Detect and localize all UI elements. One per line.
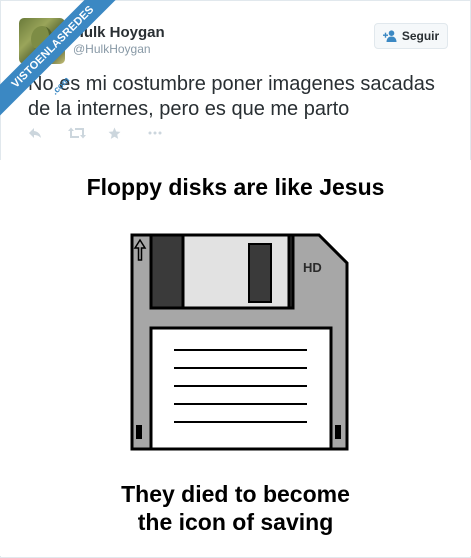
meme-bottom-line-1: They died to become xyxy=(121,481,350,507)
floppy-hd-label: HD xyxy=(303,260,322,275)
meme-image[interactable]: Floppy disks are like Jesus HD They died… xyxy=(0,160,471,556)
watermark-sub: .com xyxy=(49,74,72,97)
floppy-label xyxy=(149,326,333,451)
add-user-icon xyxy=(382,30,397,42)
meme-top-caption: Floppy disks are like Jesus xyxy=(86,174,385,200)
more-icon xyxy=(148,131,162,135)
floppy-shutter-plate xyxy=(181,233,291,310)
follow-button[interactable]: Seguir xyxy=(374,23,448,49)
write-protect-notch xyxy=(136,425,142,439)
watermark: VISTOENLASREDES .com xyxy=(0,0,130,130)
floppy-disk-illustration: HD xyxy=(130,233,349,451)
more-button[interactable] xyxy=(148,125,188,141)
follow-label: Seguir xyxy=(401,29,440,43)
write-protect-notch xyxy=(335,425,341,439)
meme-bottom-caption: They died to become the icon of saving xyxy=(0,480,471,536)
meme-bottom-line-2: the icon of saving xyxy=(137,509,334,535)
floppy-shutter-window xyxy=(248,243,272,303)
watermark-ribbon: VISTOENLASREDES xyxy=(0,0,128,122)
